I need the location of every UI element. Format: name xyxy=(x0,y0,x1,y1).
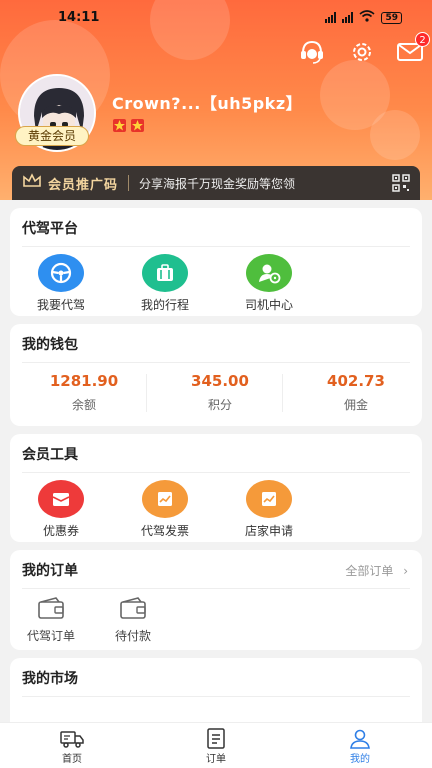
document-icon xyxy=(144,728,288,750)
tab-label: 首页 xyxy=(62,754,82,765)
item-label: 我要代驾 xyxy=(36,298,85,312)
user-icon xyxy=(288,728,432,750)
commission-value: 402.73 xyxy=(327,372,385,390)
tab-label: 订单 xyxy=(206,754,226,765)
divider xyxy=(22,588,410,589)
star-icon xyxy=(131,119,144,132)
chevron-right-icon: › xyxy=(403,564,408,578)
promo-title: 会员推广码 xyxy=(48,177,119,193)
tab-home[interactable]: 首页 xyxy=(0,723,144,768)
store-apply-icon xyxy=(246,480,292,518)
market-card: 我的市场 xyxy=(10,658,422,722)
coupons-button[interactable]: 优惠券 xyxy=(16,480,106,539)
section-title: 我的市场 xyxy=(22,671,78,687)
divider xyxy=(22,472,410,473)
signal-icon xyxy=(325,12,337,23)
section-title: 会员工具 xyxy=(22,447,78,463)
driving-platform-card: 代驾平台 我要代驾 我的行程 司机中心 xyxy=(10,208,422,316)
all-orders-link[interactable]: 全部订单 › xyxy=(345,562,408,579)
promo-divider xyxy=(128,175,130,191)
promo-description: 分享海报千万现金奖励等您领 xyxy=(139,176,296,191)
invoice-button[interactable]: 代驾发票 xyxy=(120,480,210,539)
wallet-icon xyxy=(118,597,148,624)
invoice-icon xyxy=(142,480,188,518)
crown-icon xyxy=(22,173,42,193)
tab-label: 我的 xyxy=(350,754,370,765)
star-icon xyxy=(113,119,126,132)
driver-center-button[interactable]: 司机中心 xyxy=(224,254,314,313)
message-count-badge: 2 xyxy=(415,32,430,47)
gear-icon[interactable] xyxy=(348,38,376,66)
commission-stat[interactable]: 402.73 佣金 xyxy=(288,372,424,413)
all-orders-label: 全部订单 xyxy=(345,564,394,578)
status-time: 14:11 xyxy=(58,10,100,25)
member-tools-card: 会员工具 优惠券 代驾发票 店家申请 xyxy=(10,434,422,542)
item-label: 代驾订单 xyxy=(26,629,75,643)
balance-value: 1281.90 xyxy=(49,372,119,390)
briefcase-icon xyxy=(142,254,188,292)
tab-profile[interactable]: 我的 xyxy=(288,723,432,768)
item-label: 我的行程 xyxy=(140,298,189,312)
store-apply-button[interactable]: 店家申请 xyxy=(224,480,314,539)
rank-stars xyxy=(112,118,145,133)
points-value: 345.00 xyxy=(191,372,249,390)
my-trips-button[interactable]: 我的行程 xyxy=(120,254,210,313)
driving-orders-button[interactable]: 代驾订单 xyxy=(16,596,86,644)
divider xyxy=(22,246,410,247)
steering-wheel-icon xyxy=(38,254,84,292)
points-stat[interactable]: 345.00 积分 xyxy=(152,372,288,413)
coupon-icon xyxy=(38,480,84,518)
item-label: 代驾发票 xyxy=(140,524,189,538)
username: Crown?...【uh5pkz】 xyxy=(112,94,303,113)
points-label: 积分 xyxy=(207,398,232,412)
section-title: 我的钱包 xyxy=(22,337,78,353)
qr-code-icon[interactable] xyxy=(392,174,410,196)
battery-indicator: 59 xyxy=(381,11,402,24)
divider xyxy=(146,374,147,412)
divider xyxy=(22,362,410,363)
balance-label: 余额 xyxy=(71,398,96,412)
pending-payment-button[interactable]: 待付款 xyxy=(98,596,168,644)
orders-card: 我的订单 全部订单 › 代驾订单 待付款 xyxy=(10,550,422,650)
drive-request-button[interactable]: 我要代驾 xyxy=(16,254,106,313)
member-level-badge: 黄金会员 xyxy=(15,126,89,146)
section-title: 代驾平台 xyxy=(22,221,78,237)
commission-label: 佣金 xyxy=(343,398,368,412)
wifi-icon xyxy=(359,10,375,25)
wallet-icon xyxy=(36,597,66,624)
mail-icon[interactable]: 2 xyxy=(396,32,430,66)
section-title: 我的订单 xyxy=(22,563,78,579)
signal-icon xyxy=(342,12,354,23)
status-bar: 14:11 59 xyxy=(0,0,432,34)
divider xyxy=(282,374,283,412)
item-label: 司机中心 xyxy=(244,298,293,312)
wallet-card: 我的钱包 1281.90 余额 345.00 积分 402.73 佣金 xyxy=(10,324,422,426)
member-promo-bar[interactable]: 会员推广码 分享海报千万现金奖励等您领 xyxy=(12,166,420,200)
driver-icon xyxy=(246,254,292,292)
divider xyxy=(22,696,410,697)
bottom-tab-bar: 首页 订单 我的 xyxy=(0,722,432,768)
item-label: 优惠券 xyxy=(42,524,79,538)
balance-stat[interactable]: 1281.90 余额 xyxy=(16,372,152,413)
truck-icon xyxy=(0,728,144,750)
item-label: 店家申请 xyxy=(244,524,293,538)
customer-service-icon[interactable] xyxy=(298,38,326,66)
item-label: 待付款 xyxy=(114,629,151,643)
tab-orders[interactable]: 订单 xyxy=(144,723,288,768)
